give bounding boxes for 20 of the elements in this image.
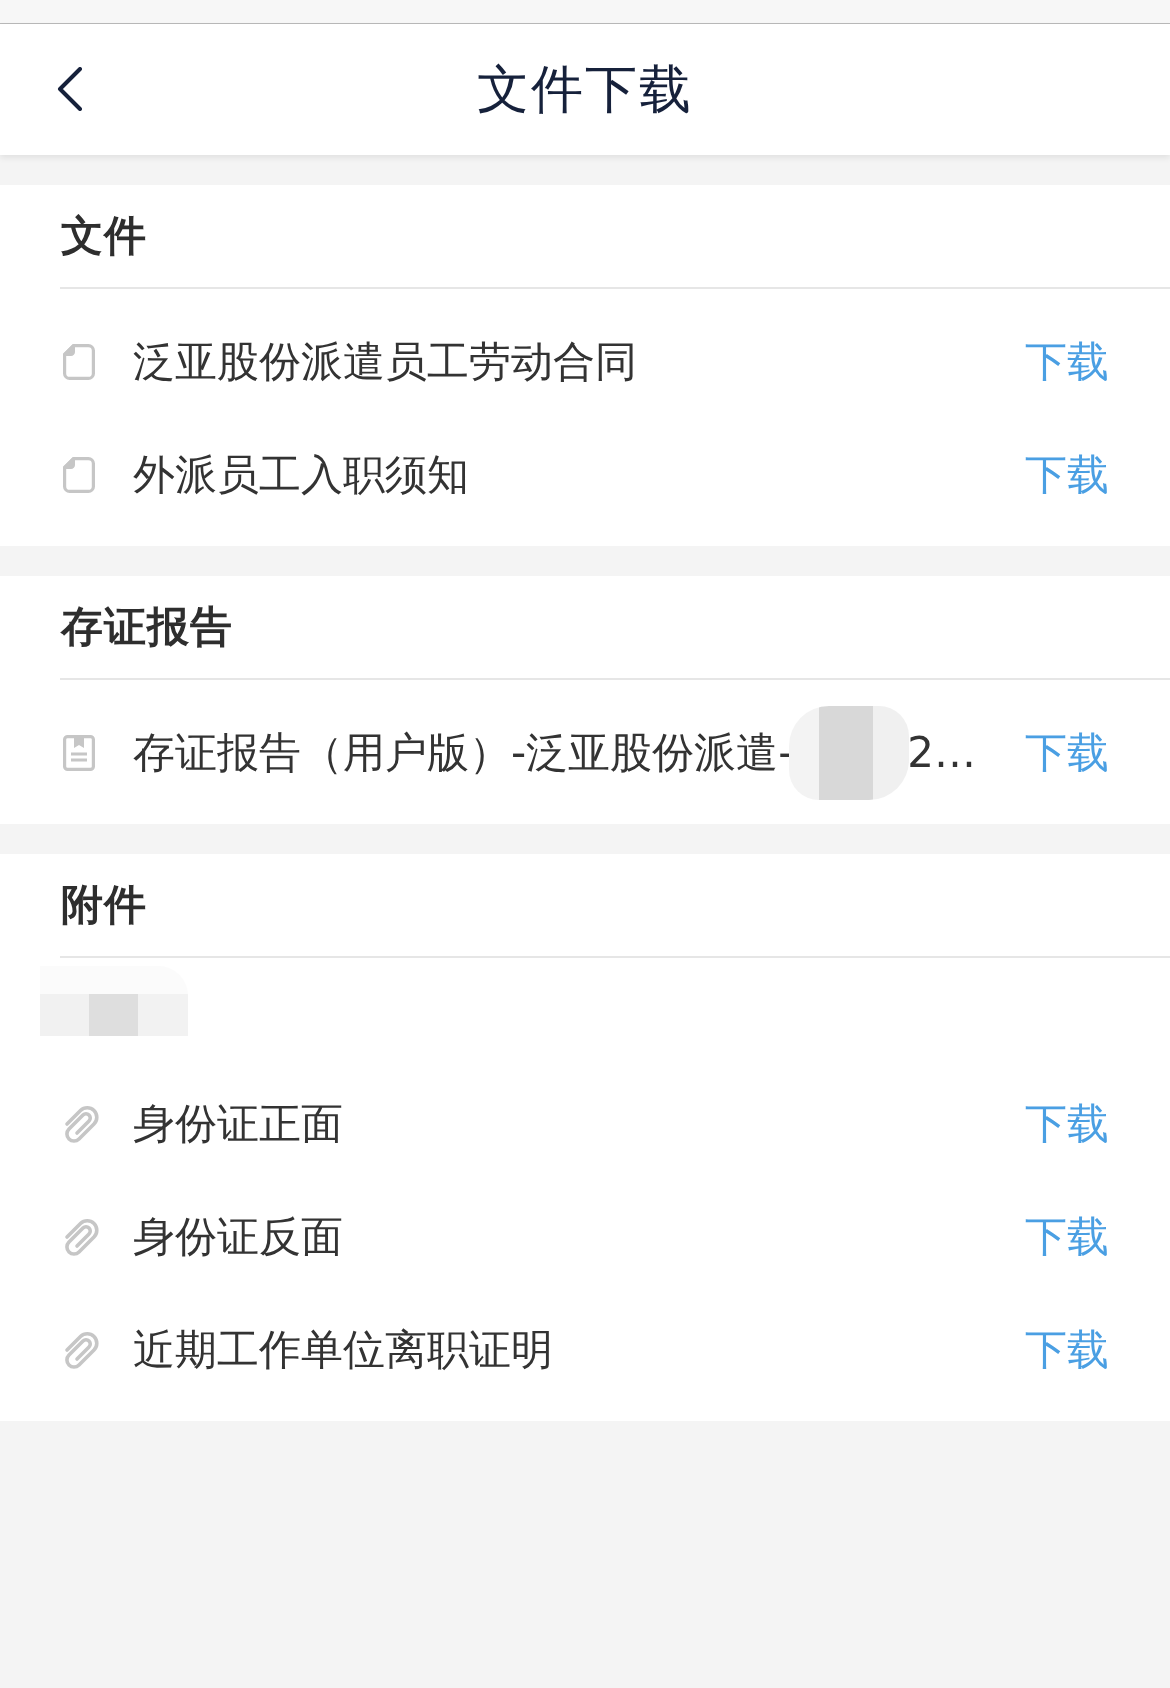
file-name: 身份证正面 <box>133 1097 343 1150</box>
file-name: 身份证反面 <box>133 1210 343 1263</box>
report-icon <box>63 734 95 771</box>
section-title: 文件 <box>61 210 147 262</box>
page-title: 文件下载 <box>477 57 693 121</box>
section-title: 附件 <box>61 879 147 931</box>
file-name: 泛亚股份派遣员工劳动合同 <box>133 335 637 388</box>
download-link[interactable]: 下载 <box>1025 1208 1109 1265</box>
back-icon <box>57 67 83 111</box>
download-link[interactable]: 下载 <box>1025 333 1109 390</box>
document-icon <box>63 456 95 493</box>
download-link[interactable]: 下载 <box>1025 1321 1109 1378</box>
document-icon <box>63 343 95 380</box>
download-link[interactable]: 下载 <box>1025 1095 1109 1152</box>
download-link[interactable]: 下载 <box>1025 446 1109 503</box>
file-name: 2… <box>907 728 977 777</box>
file-name: 外派员工入职须知 <box>133 448 469 501</box>
download-link[interactable]: 下载 <box>1025 724 1109 781</box>
section-title: 存证报告 <box>61 601 233 653</box>
file-name: 近期工作单位离职证明 <box>133 1323 553 1376</box>
